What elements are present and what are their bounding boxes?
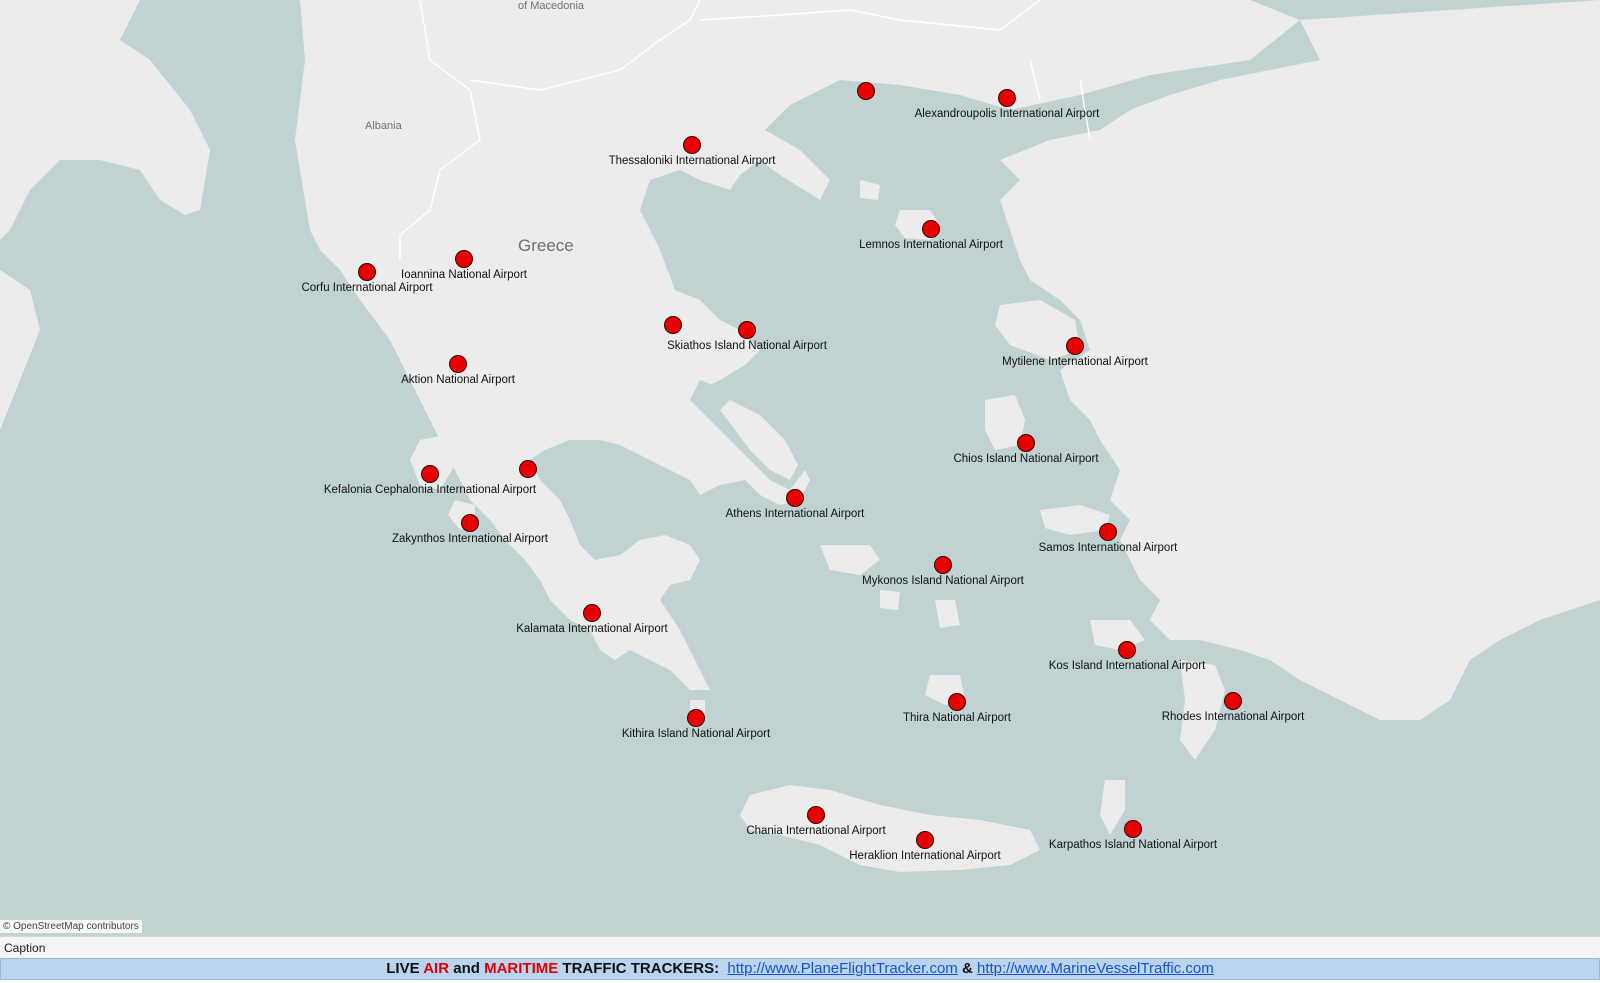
airport-dot[interactable]	[461, 514, 479, 532]
airport-label: Kos Island International Airport	[1048, 660, 1206, 672]
map-view[interactable]: of Macedonia Albania Greece Alexandroupo…	[0, 0, 1600, 936]
airport-dot[interactable]	[1124, 820, 1142, 838]
airport-dot[interactable]	[857, 82, 875, 100]
airport-label: Kithira Island National Airport	[621, 728, 771, 740]
airport-label: Lemnos International Airport	[859, 239, 1003, 251]
airport-dot[interactable]	[1099, 523, 1117, 541]
caption-title: Caption	[4, 941, 46, 955]
caption-bar: Caption	[0, 936, 1600, 958]
airport-dot[interactable]	[738, 321, 756, 339]
airport-label: Aktion National Airport	[401, 374, 515, 386]
airport-dot[interactable]	[687, 709, 705, 727]
airport-label: Thira National Airport	[902, 712, 1012, 724]
airport-dot[interactable]	[683, 136, 701, 154]
airport-dot[interactable]	[1224, 692, 1242, 710]
airport-label: Samos International Airport	[1038, 542, 1178, 554]
airport-dot[interactable]	[358, 263, 376, 281]
map-basemap	[0, 0, 1600, 936]
airport-label: Mykonos Island National Airport	[862, 575, 1024, 587]
airport-label: Thessaloniki International Airport	[608, 155, 776, 167]
airport-dot[interactable]	[1066, 337, 1084, 355]
airport-dot[interactable]	[421, 465, 439, 483]
airport-label: Chania International Airport	[746, 825, 886, 837]
airport-label: Chios Island National Airport	[953, 453, 1099, 465]
airport-dot[interactable]	[583, 604, 601, 622]
airport-label: Alexandroupolis International Airport	[914, 108, 1100, 120]
airport-label: Zakynthos International Airport	[392, 533, 548, 545]
footer-live: LIVE	[386, 960, 420, 977]
airport-dot[interactable]	[786, 489, 804, 507]
airport-dot[interactable]	[934, 556, 952, 574]
footer-banner: LIVE AIR and MARITIME TRAFFIC TRACKERS: …	[0, 958, 1600, 980]
airport-label: Kalamata International Airport	[516, 623, 668, 635]
footer-air: AIR	[423, 960, 450, 977]
airport-dot[interactable]	[449, 355, 467, 373]
airport-label: Corfu International Airport	[301, 282, 433, 294]
footer-traffic: TRAFFIC TRACKERS:	[562, 960, 720, 977]
footer-ampersand: &	[961, 960, 973, 977]
airport-label: Ioannina National Airport	[401, 269, 527, 281]
airport-dot[interactable]	[1017, 434, 1035, 452]
airport-dot[interactable]	[664, 316, 682, 334]
airport-dot[interactable]	[1118, 641, 1136, 659]
airport-dot[interactable]	[807, 806, 825, 824]
airport-dot[interactable]	[998, 89, 1016, 107]
airport-dot[interactable]	[922, 220, 940, 238]
plane-tracker-link[interactable]: http://www.PlaneFlightTracker.com	[727, 960, 957, 977]
map-attribution[interactable]: © OpenStreetMap contributors	[0, 920, 142, 933]
airport-label: Athens International Airport	[725, 508, 865, 520]
albania-label: Albania	[365, 120, 402, 132]
macedonia-label: of Macedonia	[518, 0, 585, 12]
greece-label: Greece	[518, 236, 574, 255]
airport-label: Heraklion International Airport	[849, 850, 1001, 862]
marine-traffic-link[interactable]: http://www.MarineVesselTraffic.com	[977, 960, 1214, 977]
airport-dot[interactable]	[455, 250, 473, 268]
airport-label: Karpathos Island National Airport	[1048, 839, 1218, 851]
airport-dot[interactable]	[948, 693, 966, 711]
airport-label: Skiathos Island National Airport	[667, 340, 827, 352]
airport-dot[interactable]	[519, 460, 537, 478]
airport-label: Rhodes International Airport	[1161, 711, 1305, 723]
footer-and: and	[453, 960, 480, 977]
footer-maritime: MARITIME	[484, 960, 559, 977]
airport-label: Mytilene International Airport	[1002, 356, 1148, 368]
airport-label: Kefalonia Cephalonia International Airpo…	[323, 484, 537, 496]
airport-dot[interactable]	[916, 831, 934, 849]
